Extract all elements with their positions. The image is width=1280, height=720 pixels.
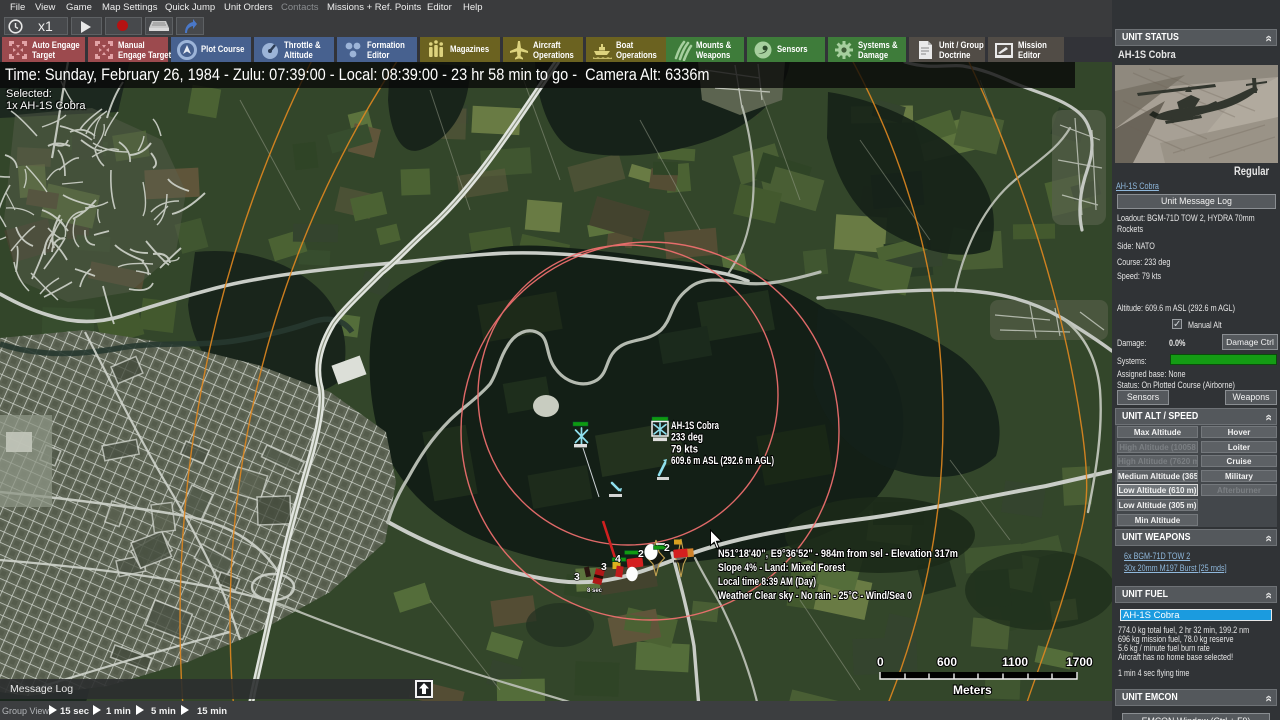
svg-text:Weather Clear sky - No rain -: Weather Clear sky - No rain - 25°C - Win… xyxy=(718,590,912,602)
svg-text:609.6 m ASL (292.6 m AGL): 609.6 m ASL (292.6 m AGL) xyxy=(671,455,774,467)
svg-text:3: 3 xyxy=(574,571,580,583)
svg-text:Meters: Meters xyxy=(953,683,992,697)
svg-text:Slope 4% - Land: Mixed Forest: Slope 4% - Land: Mixed Forest xyxy=(718,562,845,574)
svg-text:79 kts: 79 kts xyxy=(671,443,698,455)
svg-text:N51°18'40", E9°36'52" - 984m f: N51°18'40", E9°36'52" - 984m from sel - … xyxy=(718,548,958,560)
svg-text:1100: 1100 xyxy=(1002,655,1028,669)
svg-text:AH-1S Cobra: AH-1S Cobra xyxy=(671,420,720,432)
svg-text:1700: 1700 xyxy=(1066,655,1093,669)
svg-text:2: 2 xyxy=(664,542,670,554)
svg-text:4: 4 xyxy=(615,553,621,565)
svg-text:2: 2 xyxy=(638,548,644,560)
svg-text:3: 3 xyxy=(601,561,607,573)
svg-text:Local time 8:39 AM (Day): Local time 8:39 AM (Day) xyxy=(718,576,816,588)
svg-text:233 deg: 233 deg xyxy=(671,432,703,444)
svg-text:8 sec: 8 sec xyxy=(587,588,603,594)
svg-text:600: 600 xyxy=(937,655,957,669)
svg-text:0: 0 xyxy=(877,655,884,669)
